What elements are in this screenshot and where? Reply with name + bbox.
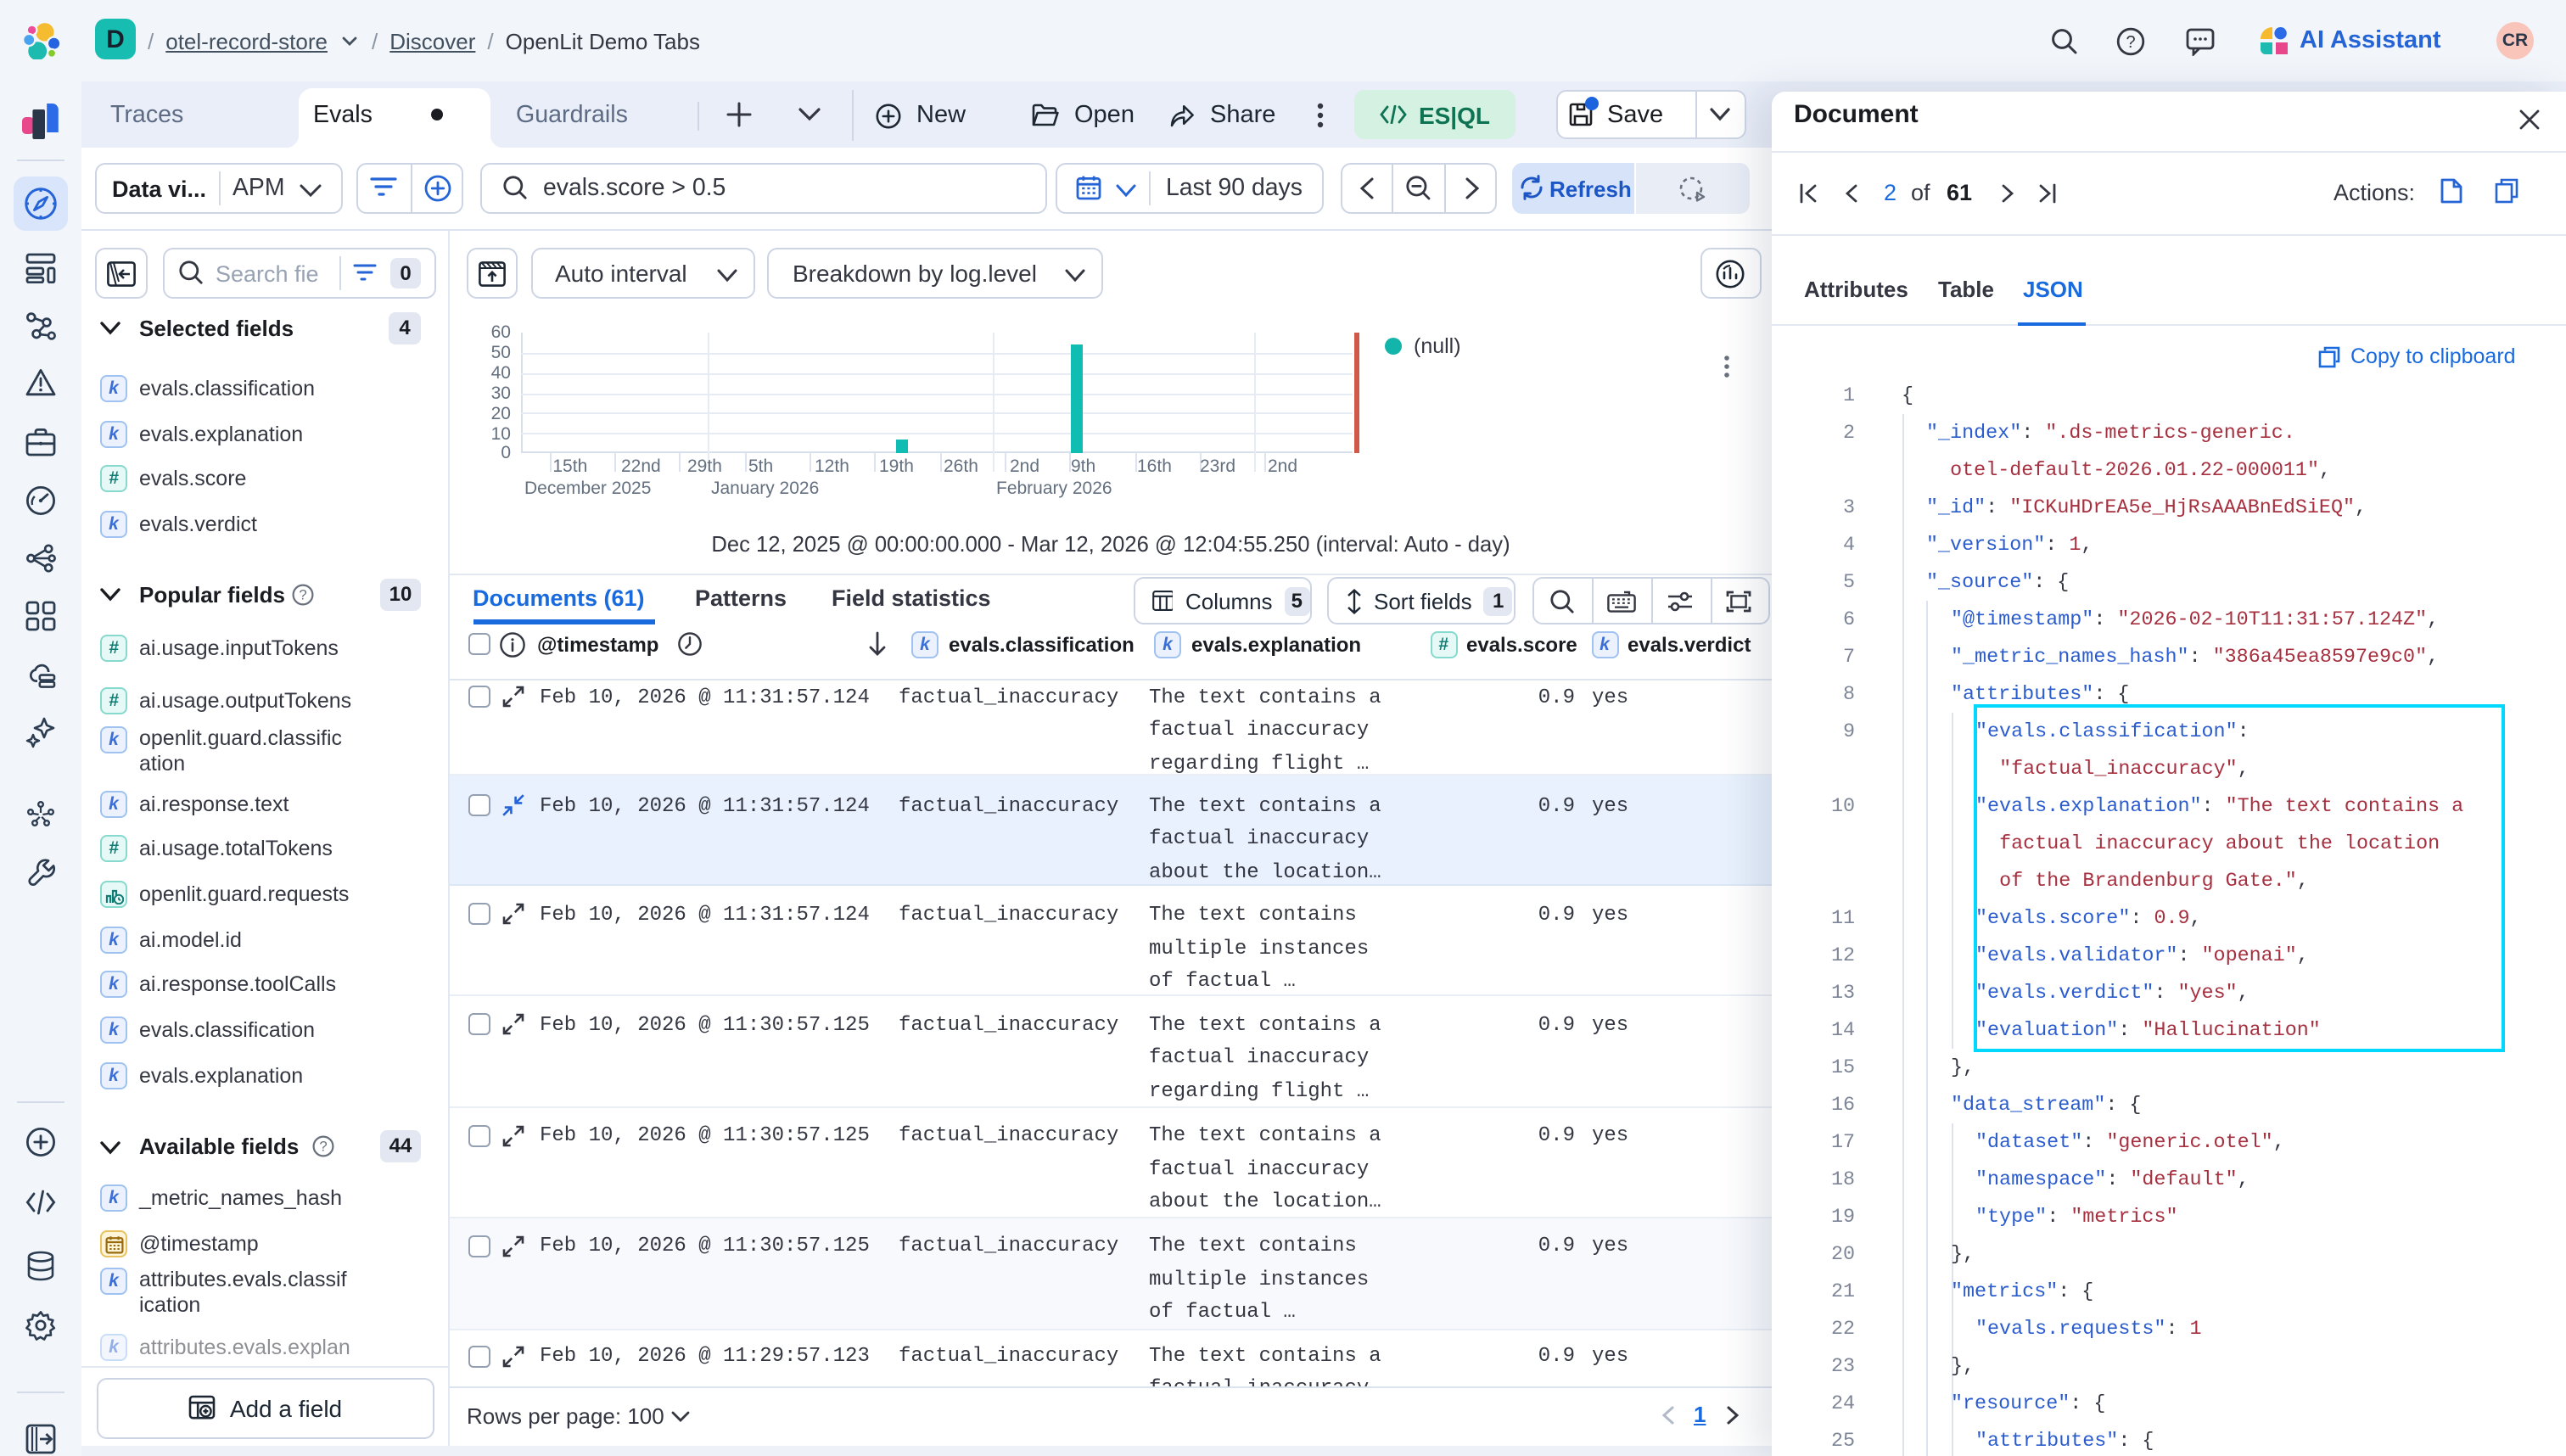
svg-text:?: ? [299, 587, 306, 603]
svg-text:?: ? [2126, 33, 2135, 52]
svg-text:?: ? [319, 1139, 327, 1155]
